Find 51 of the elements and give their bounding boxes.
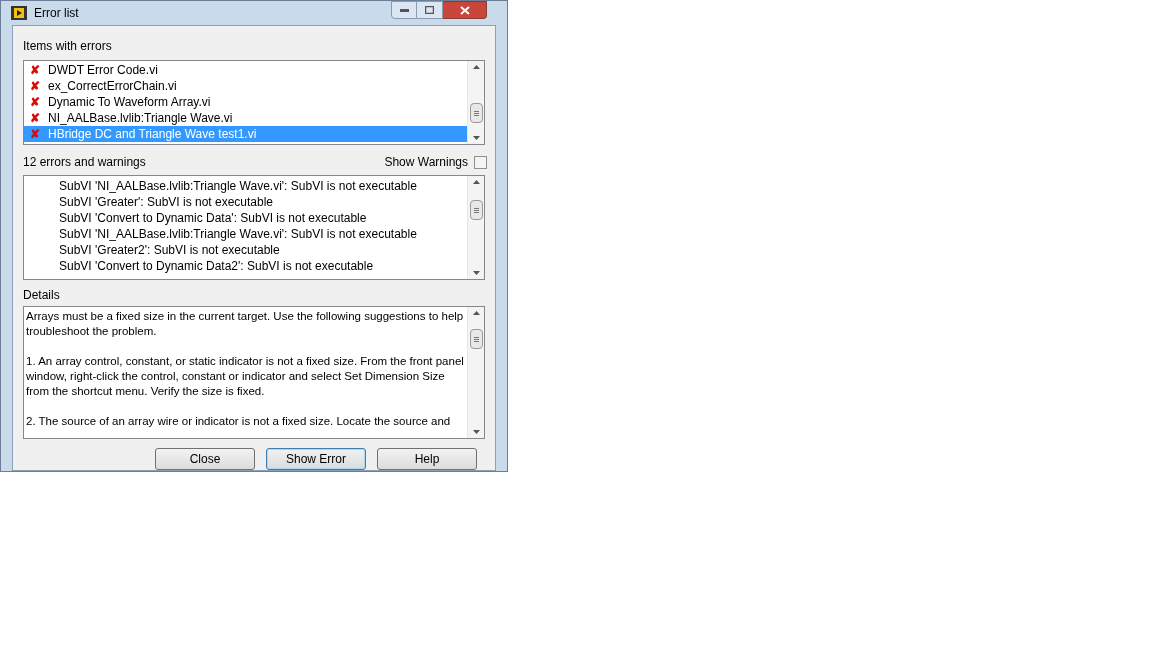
item-name: Dynamic To Waveform Array.vi xyxy=(48,94,211,111)
details-paragraph: 2. The source of an array wire or indicator is not a fixed size. Locate the source and xyxy=(26,414,452,429)
list-item[interactable]: ✘ Dynamic To Waveform Array.vi xyxy=(24,94,467,110)
error-message[interactable]: SubVI 'Greater2': SubVI is not executable xyxy=(59,242,467,258)
dialog-button[interactable]: Close xyxy=(155,448,255,470)
scroll-thumb[interactable] xyxy=(470,103,483,123)
error-message[interactable]: SubVI 'NI_AALBase.lvlib:Triangle Wave.vi': SubVI is not executable xyxy=(59,226,467,242)
error-message[interactable]: SubVI 'Convert to Dynamic Data': SubVI is not executable xyxy=(59,210,467,226)
error-message[interactable]: SubVI 'NI_AALBase.lvlib:Triangle Wave.vi': SubVI is not executable xyxy=(59,178,467,194)
errors-count: 12 errors and warnings xyxy=(23,154,146,171)
close-icon xyxy=(459,5,470,15)
scroll-down-icon[interactable] xyxy=(472,136,480,140)
scroll-down-icon[interactable] xyxy=(472,271,480,275)
dialog-button[interactable]: Show Error xyxy=(266,448,366,470)
maximize-button[interactable] xyxy=(417,1,443,19)
scrollbar[interactable] xyxy=(467,176,484,279)
list-item[interactable]: ✘ ex_CorrectErrorChain.vi xyxy=(24,78,467,94)
scroll-up-icon[interactable] xyxy=(472,65,480,69)
minimize-button[interactable] xyxy=(391,1,417,19)
scrollbar[interactable] xyxy=(467,307,484,438)
error-message[interactable]: SubVI 'Greater': SubVI is not executable xyxy=(59,194,467,210)
item-name: DWDT Error Code.vi xyxy=(48,62,158,79)
scroll-up-icon[interactable] xyxy=(472,180,480,184)
error-mark: ✘ xyxy=(30,110,41,127)
item-name: HBridge DC and Triangle Wave test1.vi xyxy=(48,126,257,143)
error-mark: ✘ xyxy=(30,126,41,143)
list-item[interactable]: ✘ NI_AALBase.lvlib:Triangle Wave.vi xyxy=(24,110,467,126)
window-title: Error list xyxy=(34,5,79,22)
details-paragraph: Arrays must be a fixed size in the current target. Use the following suggestions to help troubleshoot the problem. xyxy=(26,309,465,339)
error-mark: ✘ xyxy=(30,78,41,95)
checkbox-label: Show Warnings xyxy=(384,154,468,171)
show-warnings-checkbox[interactable] xyxy=(474,155,487,169)
error-mark: ✘ xyxy=(30,94,41,111)
close-button[interactable] xyxy=(443,1,487,19)
section-label: Details xyxy=(23,287,61,304)
scroll-down-icon[interactable] xyxy=(472,430,480,434)
item-name: ex_CorrectErrorChain.vi xyxy=(48,78,177,95)
section-label: Items with errors xyxy=(23,38,113,55)
details-paragraph: 1. An array control, constant, or static indicator is not a fixed size. From the front panel window, right-click the control, constant or indicator and select Set Dimension Size from the shortcut menu. Verify the size is fixed. xyxy=(26,354,465,399)
scroll-thumb[interactable] xyxy=(470,200,483,220)
app-icon xyxy=(11,6,27,20)
list-item[interactable]: ✘ DWDT Error Code.vi xyxy=(24,62,467,78)
minimize-icon xyxy=(399,8,409,12)
scrollbar[interactable] xyxy=(467,61,484,144)
dialog-button[interactable]: Help xyxy=(377,448,477,470)
maximize-icon xyxy=(425,6,434,14)
error-message[interactable]: SubVI 'Convert to Dynamic Data2': SubVI is not executable xyxy=(59,258,467,274)
scroll-thumb[interactable] xyxy=(470,329,483,349)
item-name: NI_AALBase.lvlib:Triangle Wave.vi xyxy=(48,110,233,127)
scroll-up-icon[interactable] xyxy=(472,311,480,315)
error-mark: ✘ xyxy=(30,62,41,79)
